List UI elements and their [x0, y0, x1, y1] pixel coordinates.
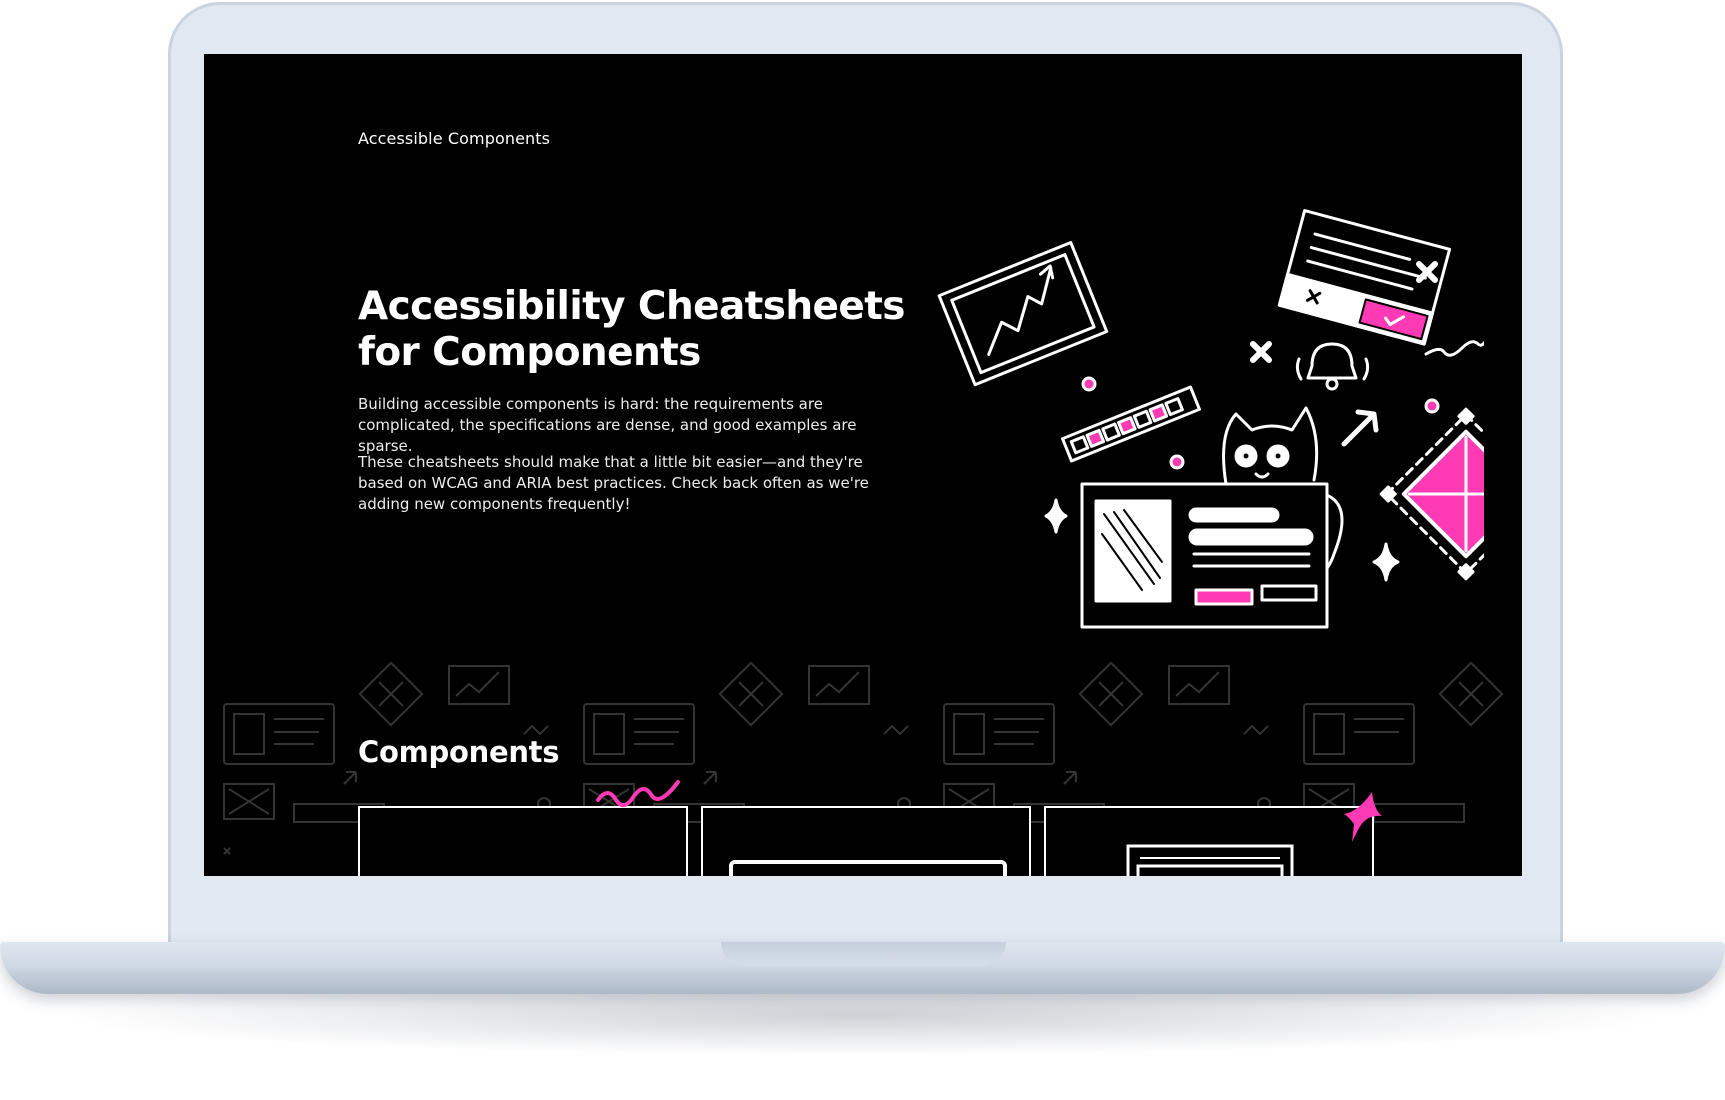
trend-chart-card-icon [937, 241, 1109, 387]
form-card-icon [1080, 482, 1329, 629]
progress-strip-icon [1061, 385, 1201, 463]
arrow-icon [1341, 409, 1379, 447]
hero-title: Accessibility Cheatsheets for Components [358, 284, 905, 375]
component-card-blank[interactable] [358, 806, 688, 876]
hero-cheatsheets-paragraph: These cheatsheets should make that a lit… [358, 453, 869, 513]
button-preview-icon [729, 860, 1007, 876]
sparkle-shape [1372, 542, 1400, 582]
image-diamond-icon [1379, 407, 1484, 581]
component-card-window[interactable] [1044, 806, 1374, 876]
bell-icon [1295, 342, 1370, 391]
cross-shape [1250, 341, 1272, 363]
laptop-notch [721, 942, 1006, 966]
component-card-button[interactable] [701, 806, 1031, 876]
squiggle-line [1424, 340, 1484, 357]
pink-squiggle-accent [596, 780, 680, 808]
hero-intro-paragraph: Building accessible components is hard: … [358, 395, 857, 455]
sparkle-shape [1044, 498, 1068, 534]
site-name-link[interactable]: Accessible Components [358, 129, 550, 148]
window-preview-icon [1126, 844, 1294, 876]
components-heading: Components [358, 735, 560, 769]
screen: Accessible Components Accessibility Chea… [204, 54, 1522, 876]
pink-sparkle-accent [1344, 792, 1382, 842]
cat-with-ui-elements-illustration [937, 209, 1484, 629]
